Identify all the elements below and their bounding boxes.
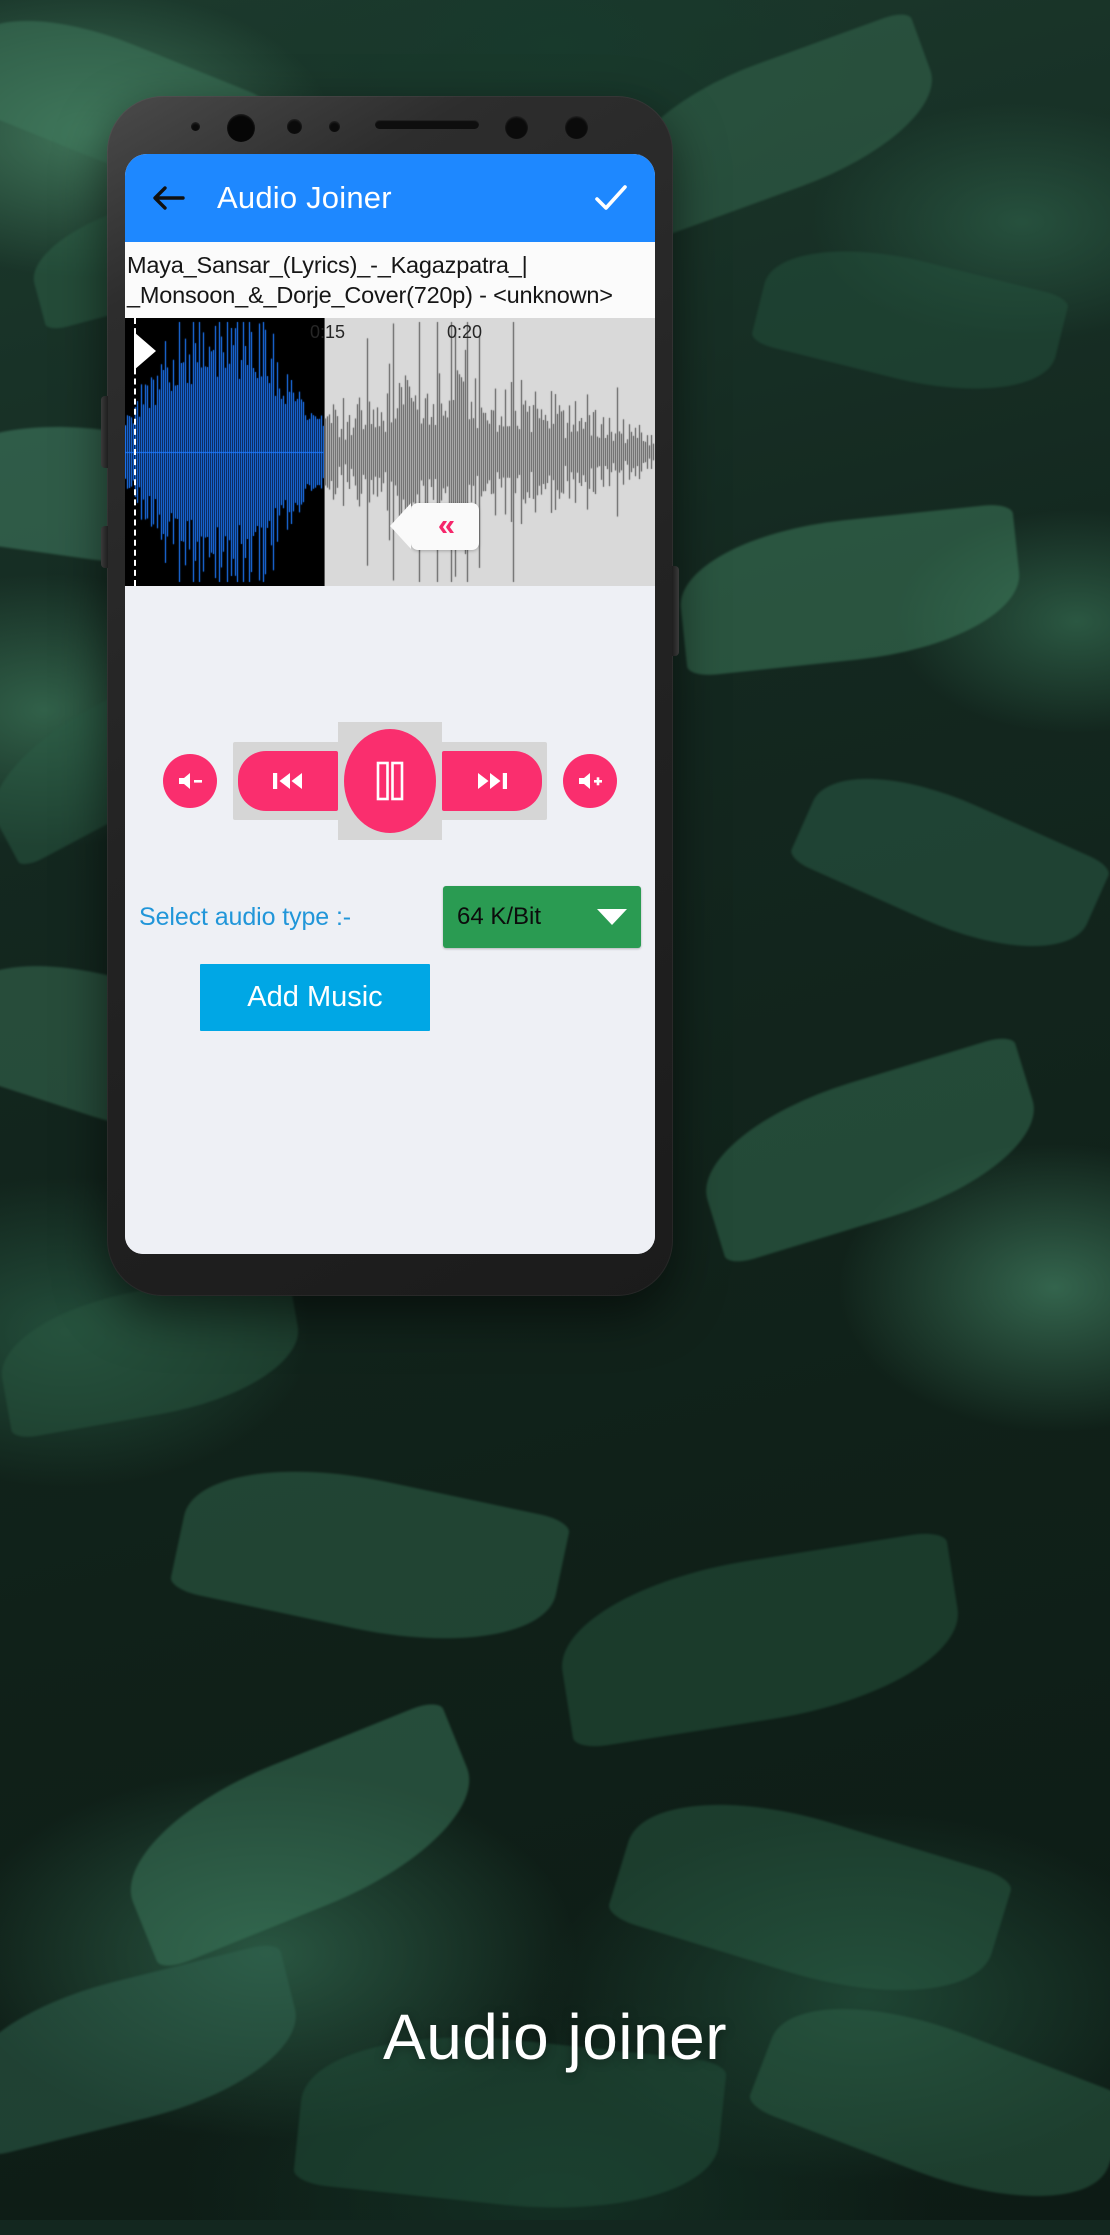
confirm-button[interactable]	[589, 176, 633, 220]
app-bar: Audio Joiner	[125, 154, 655, 242]
aux-sensor-icon	[565, 116, 588, 139]
pause-icon	[376, 761, 404, 801]
audio-type-row: Select audio type :- 64 K/Bit	[125, 886, 655, 948]
back-button[interactable]	[147, 177, 189, 219]
phone-mockup: Audio Joiner Maya_Sansar_(Lyrics)_-_Kaga…	[101, 96, 679, 1296]
play-marker-icon[interactable]	[134, 332, 156, 370]
play-pause-button[interactable]	[344, 729, 436, 833]
file-name-line-2: _Monsoon_&_Dorje_Cover(720p) - <unknown>	[127, 282, 613, 308]
ir-sensor-icon	[505, 116, 528, 139]
light-sensor-icon	[329, 121, 340, 132]
page-title: Audio Joiner	[217, 180, 392, 215]
check-icon	[595, 185, 627, 210]
phone-side-button-power	[672, 566, 679, 656]
volume-down-button[interactable]	[163, 754, 217, 808]
seek-group	[233, 722, 547, 840]
earpiece-speaker	[375, 120, 479, 129]
audio-type-label: Select audio type :-	[139, 902, 352, 931]
controls-panel: Select audio type :- 64 K/Bit Add Music	[125, 586, 655, 1254]
proximity-sensor-icon	[287, 119, 302, 134]
double-chevron-left-icon: «	[437, 507, 455, 542]
phone-side-button-extra	[101, 526, 108, 568]
skip-next-icon	[478, 773, 507, 789]
phone-top-bezel	[107, 96, 673, 158]
volume-down-icon	[179, 773, 202, 789]
audio-type-select[interactable]: 64 K/Bit	[443, 886, 641, 948]
volume-up-icon	[579, 773, 602, 789]
play-button-pedestal	[338, 722, 442, 840]
chevron-down-icon	[597, 909, 627, 925]
ruler-label-0: 0:15	[310, 322, 346, 342]
phone-screen: Audio Joiner Maya_Sansar_(Lyrics)_-_Kaga…	[125, 154, 655, 1254]
previous-button[interactable]	[238, 751, 338, 811]
ruler-tick	[324, 318, 325, 586]
promo-caption: Audio joiner	[383, 2001, 727, 2073]
add-music-button[interactable]: Add Music	[200, 964, 430, 1031]
file-name-line-1: Maya_Sansar_(Lyrics)_-_Kagazpatra_|	[127, 252, 528, 278]
volume-up-button[interactable]	[563, 754, 617, 808]
sensor-dot-icon	[191, 122, 200, 131]
front-camera-icon	[227, 114, 255, 142]
waveform-editor[interactable]: 0:15 0:20 «	[125, 318, 655, 586]
transport-controls	[125, 721, 655, 841]
file-name-strip: Maya_Sansar_(Lyrics)_-_Kagazpatra_| _Mon…	[125, 242, 655, 318]
skip-previous-icon	[273, 773, 302, 789]
trim-handle-right[interactable]: «	[390, 503, 479, 550]
phone-side-button-volume	[101, 396, 108, 468]
arrow-left-icon	[153, 186, 185, 210]
next-button[interactable]	[442, 751, 542, 811]
ruler-label-1: 0:20	[447, 322, 483, 342]
audio-type-value: 64 K/Bit	[457, 903, 542, 930]
